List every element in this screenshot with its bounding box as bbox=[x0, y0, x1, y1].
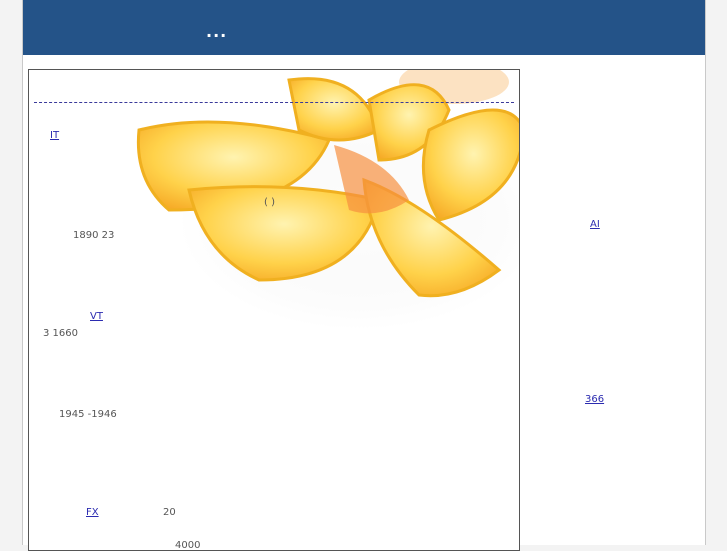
article-text: ( ) bbox=[264, 197, 275, 208]
article-text: 4000 bbox=[175, 540, 201, 551]
sidebar-link[interactable]: AI bbox=[590, 219, 600, 230]
main-content: IT ( ) 1890 23 VT 3 1660 1945 -1946 FX 2… bbox=[28, 69, 520, 551]
article-text: 3 1660 bbox=[43, 328, 78, 339]
page: ... IT () 1890 23 VT 3 1660 1945 -1946 … bbox=[22, 0, 706, 551]
sidebar-link[interactable]: 366 bbox=[585, 394, 604, 405]
article-text: 1945 -1946 bbox=[59, 409, 117, 420]
article-link[interactable]: VT bbox=[90, 311, 103, 322]
article-link[interactable]: FX bbox=[86, 507, 99, 518]
article-link[interactable]: IT bbox=[50, 130, 59, 141]
orange-slices-image bbox=[136, 70, 519, 330]
site-title[interactable]: ... bbox=[206, 22, 227, 41]
dashed-divider bbox=[34, 102, 514, 103]
header-banner: ... bbox=[23, 0, 705, 55]
article-text: 1890 23 bbox=[73, 230, 115, 241]
article-text: 20 bbox=[163, 507, 176, 518]
